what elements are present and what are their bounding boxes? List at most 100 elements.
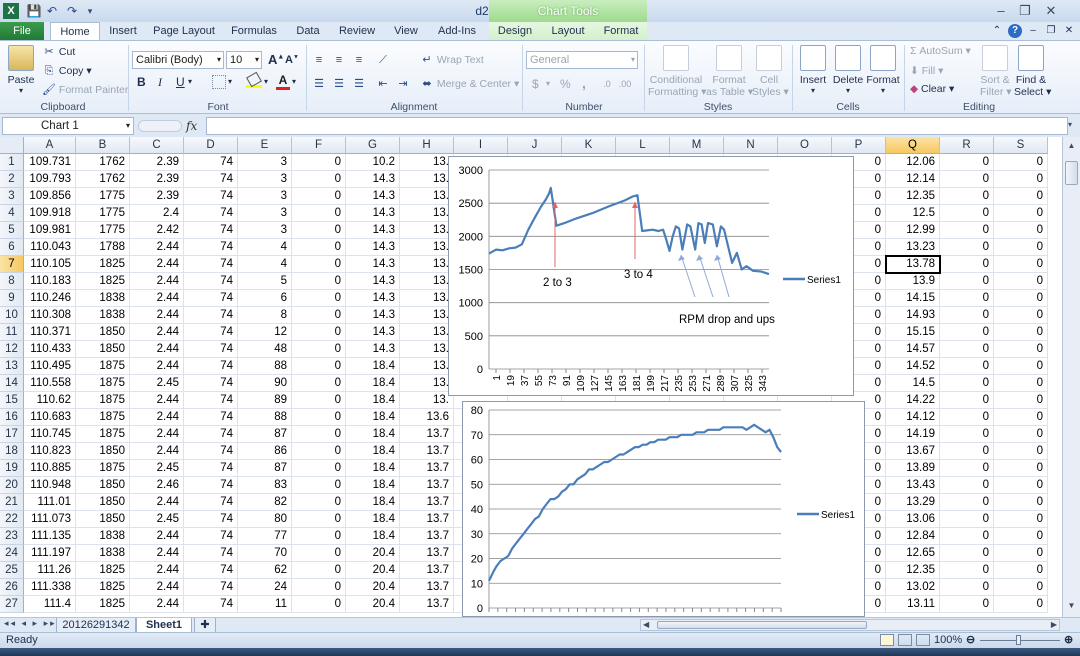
cell-r25[interactable]: 0 bbox=[940, 562, 994, 579]
cell-h26[interactable]: 13.7 bbox=[400, 579, 454, 596]
row-header-4[interactable]: 4 bbox=[0, 205, 24, 222]
cell-e11[interactable]: 12 bbox=[238, 324, 292, 341]
cell-s3[interactable]: 0 bbox=[994, 188, 1048, 205]
column-header-l[interactable]: L bbox=[616, 137, 670, 154]
cell-r16[interactable]: 0 bbox=[940, 409, 994, 426]
cell-s20[interactable]: 0 bbox=[994, 477, 1048, 494]
cell-f25[interactable]: 0 bbox=[292, 562, 346, 579]
cell-q18[interactable]: 13.67 bbox=[886, 443, 940, 460]
cell-b5[interactable]: 1775 bbox=[76, 222, 130, 239]
cell-e19[interactable]: 87 bbox=[238, 460, 292, 477]
cell-h7[interactable]: 13. bbox=[400, 256, 454, 273]
cell-c16[interactable]: 2.44 bbox=[130, 409, 184, 426]
cell-b3[interactable]: 1775 bbox=[76, 188, 130, 205]
column-header-e[interactable]: E bbox=[238, 137, 292, 154]
zoom-in-icon[interactable]: ⊕ bbox=[1064, 633, 1073, 648]
doc-minimize-icon[interactable]: – bbox=[1026, 22, 1040, 40]
row-header-7[interactable]: 7 bbox=[0, 256, 24, 273]
cell-b8[interactable]: 1825 bbox=[76, 273, 130, 290]
worksheet-grid[interactable]: ABCDEFGHIJKLMNOPQRS 1 109.731 1762 2.39 74 3 0… bbox=[0, 137, 1062, 617]
font-color-icon[interactable]: A bbox=[276, 73, 290, 91]
cell-d22[interactable]: 74 bbox=[184, 511, 238, 528]
cell-a17[interactable]: 110.745 bbox=[24, 426, 76, 443]
cell-h8[interactable]: 13. bbox=[400, 273, 454, 290]
cell-b16[interactable]: 1875 bbox=[76, 409, 130, 426]
cell-q17[interactable]: 14.19 bbox=[886, 426, 940, 443]
cell-q6[interactable]: 13.23 bbox=[886, 239, 940, 256]
tab-data[interactable]: Data bbox=[290, 22, 326, 40]
cell-h4[interactable]: 13. bbox=[400, 205, 454, 222]
cell-f20[interactable]: 0 bbox=[292, 477, 346, 494]
cell-s8[interactable]: 0 bbox=[994, 273, 1048, 290]
close-button[interactable]: ✕ bbox=[1040, 2, 1062, 20]
row-header-6[interactable]: 6 bbox=[0, 239, 24, 256]
column-header-r[interactable]: R bbox=[940, 137, 994, 154]
cell-b22[interactable]: 1850 bbox=[76, 511, 130, 528]
decrease-decimal-icon[interactable]: .00 bbox=[618, 77, 632, 91]
cell-q15[interactable]: 14.22 bbox=[886, 392, 940, 409]
cell-e14[interactable]: 90 bbox=[238, 375, 292, 392]
cell-d15[interactable]: 74 bbox=[184, 392, 238, 409]
cell-s9[interactable]: 0 bbox=[994, 290, 1048, 307]
cell-s11[interactable]: 0 bbox=[994, 324, 1048, 341]
cell-e5[interactable]: 3 bbox=[238, 222, 292, 239]
bold-button[interactable]: B bbox=[137, 75, 146, 89]
cell-d9[interactable]: 74 bbox=[184, 290, 238, 307]
cell-g16[interactable]: 18.4 bbox=[346, 409, 400, 426]
cell-c18[interactable]: 2.44 bbox=[130, 443, 184, 460]
cell-c8[interactable]: 2.44 bbox=[130, 273, 184, 290]
zoom-level[interactable]: 100% bbox=[934, 633, 962, 648]
undo-icon[interactable]: ↶ bbox=[44, 3, 60, 19]
cut-button[interactable]: ✂ Cut bbox=[42, 45, 75, 59]
cell-a19[interactable]: 110.885 bbox=[24, 460, 76, 477]
underline-button[interactable]: U bbox=[176, 75, 185, 89]
cell-d5[interactable]: 74 bbox=[184, 222, 238, 239]
cell-f9[interactable]: 0 bbox=[292, 290, 346, 307]
shrink-font-button[interactable]: A▼ bbox=[285, 54, 299, 66]
cell-e26[interactable]: 24 bbox=[238, 579, 292, 596]
cell-q3[interactable]: 12.35 bbox=[886, 188, 940, 205]
cell-h12[interactable]: 13. bbox=[400, 341, 454, 358]
cell-d14[interactable]: 74 bbox=[184, 375, 238, 392]
cell-g5[interactable]: 14.3 bbox=[346, 222, 400, 239]
align-center-icon[interactable]: ☰ bbox=[332, 77, 346, 91]
cell-s1[interactable]: 0 bbox=[994, 154, 1048, 171]
cell-c6[interactable]: 2.44 bbox=[130, 239, 184, 256]
cell-a12[interactable]: 110.433 bbox=[24, 341, 76, 358]
cell-f16[interactable]: 0 bbox=[292, 409, 346, 426]
cell-h6[interactable]: 13. bbox=[400, 239, 454, 256]
row-header-27[interactable]: 27 bbox=[0, 596, 24, 613]
scroll-up-icon[interactable]: ▲ bbox=[1065, 139, 1078, 153]
cell-q16[interactable]: 14.12 bbox=[886, 409, 940, 426]
cell-q1[interactable]: 12.06 bbox=[886, 154, 940, 171]
cell-d12[interactable]: 74 bbox=[184, 341, 238, 358]
cell-g26[interactable]: 20.4 bbox=[346, 579, 400, 596]
cell-f3[interactable]: 0 bbox=[292, 188, 346, 205]
name-box[interactable]: Chart 1 ▾ bbox=[2, 117, 134, 135]
tab-add-ins[interactable]: Add-Ins bbox=[432, 22, 482, 40]
cell-d3[interactable]: 74 bbox=[184, 188, 238, 205]
cell-e23[interactable]: 77 bbox=[238, 528, 292, 545]
merge-center-button[interactable]: ⬌ Merge & Center ▾ bbox=[420, 77, 519, 91]
cell-f11[interactable]: 0 bbox=[292, 324, 346, 341]
cell-g19[interactable]: 18.4 bbox=[346, 460, 400, 477]
tab-file[interactable]: File bbox=[0, 22, 44, 40]
cell-h3[interactable]: 13. bbox=[400, 188, 454, 205]
wrap-text-button[interactable]: ↵ Wrap Text bbox=[420, 53, 483, 67]
cell-a9[interactable]: 110.246 bbox=[24, 290, 76, 307]
cell-a3[interactable]: 109.856 bbox=[24, 188, 76, 205]
cell-c20[interactable]: 2.46 bbox=[130, 477, 184, 494]
cell-h25[interactable]: 13.7 bbox=[400, 562, 454, 579]
cell-d20[interactable]: 74 bbox=[184, 477, 238, 494]
column-header-j[interactable]: J bbox=[508, 137, 562, 154]
cell-e10[interactable]: 8 bbox=[238, 307, 292, 324]
page-break-view-icon[interactable] bbox=[916, 634, 930, 646]
cell-d16[interactable]: 74 bbox=[184, 409, 238, 426]
cell-c22[interactable]: 2.45 bbox=[130, 511, 184, 528]
row-header-10[interactable]: 10 bbox=[0, 307, 24, 324]
currency-button[interactable]: $ bbox=[532, 77, 539, 91]
cell-r9[interactable]: 0 bbox=[940, 290, 994, 307]
cell-a7[interactable]: 110.105 bbox=[24, 256, 76, 273]
column-header-c[interactable]: C bbox=[130, 137, 184, 154]
column-header-h[interactable]: H bbox=[400, 137, 454, 154]
